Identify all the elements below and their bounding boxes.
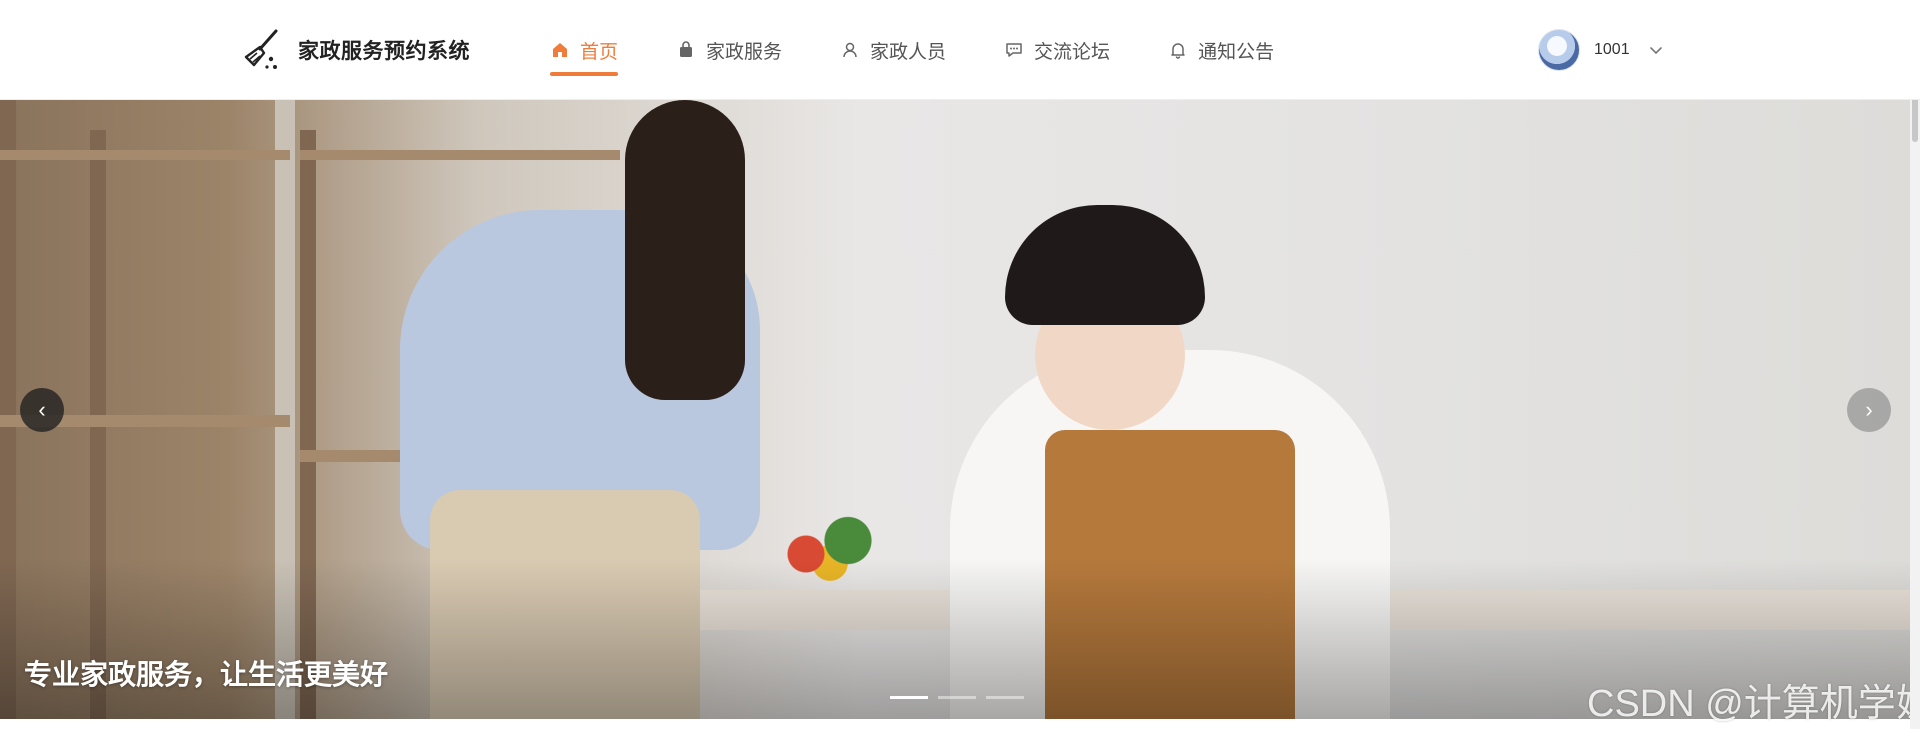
main-nav: 首页 家政服务 家政人员 交流论坛 通知公告 (550, 0, 1332, 100)
carousel-indicator[interactable] (986, 696, 1024, 699)
nav-item-label: 家政服务 (706, 41, 783, 63)
site-title: 家政服务预约系统 (298, 40, 470, 63)
username: 1001 (1594, 41, 1630, 58)
chat-icon (1004, 40, 1024, 60)
banner-caption: 专业家政服务，让生活更美好 (24, 659, 389, 690)
chevron-down-icon (1649, 47, 1662, 55)
carousel-prev-button[interactable]: ‹ (20, 388, 64, 432)
nav-item-home[interactable]: 首页 (550, 0, 619, 100)
chevron-left-icon: ‹ (38, 397, 46, 422)
nav-item-services[interactable]: 家政服务 (676, 0, 782, 100)
nav-item-label: 交流论坛 (1034, 41, 1111, 63)
carousel-indicators (890, 696, 1024, 699)
person-icon (840, 40, 860, 60)
hero-carousel[interactable]: ‹ › 专业家政服务，让生活更美好 (0, 100, 1910, 719)
brand[interactable]: 家政服务预约系统 (238, 27, 470, 73)
hair-image (1005, 205, 1205, 325)
avatar (1538, 29, 1580, 71)
nav-item-label: 通知公告 (1198, 41, 1275, 63)
shelf-image (0, 150, 290, 160)
user-menu[interactable]: 1001 (1538, 29, 1664, 71)
broom-icon (244, 29, 278, 69)
nav-item-staff[interactable]: 家政人员 (840, 0, 946, 100)
top-navbar: 家政服务预约系统 首页 家政服务 家政人员 交流论坛 通知公告 1001 (0, 0, 1920, 100)
shelf-image (300, 150, 620, 160)
home-icon (550, 40, 570, 60)
nav-item-notices[interactable]: 通知公告 (1168, 0, 1274, 100)
page: 家政服务预约系统 首页 家政服务 家政人员 交流论坛 通知公告 1001 ‹ ›… (0, 0, 1920, 729)
nav-item-label: 首页 (580, 41, 619, 63)
nav-item-forum[interactable]: 交流论坛 (1004, 0, 1110, 100)
carousel-next-button[interactable]: › (1847, 388, 1891, 432)
nav-item-label: 家政人员 (870, 41, 947, 63)
carousel-indicator[interactable] (938, 696, 976, 699)
chevron-right-icon: › (1865, 397, 1873, 422)
watermark: CSDN @计算机学姐 (1587, 683, 1920, 725)
carousel-indicator[interactable] (890, 696, 928, 699)
hair-image (625, 100, 745, 400)
bag-icon (676, 40, 696, 60)
bell-icon (1168, 40, 1188, 60)
page-scrollbar[interactable] (1910, 0, 1920, 729)
